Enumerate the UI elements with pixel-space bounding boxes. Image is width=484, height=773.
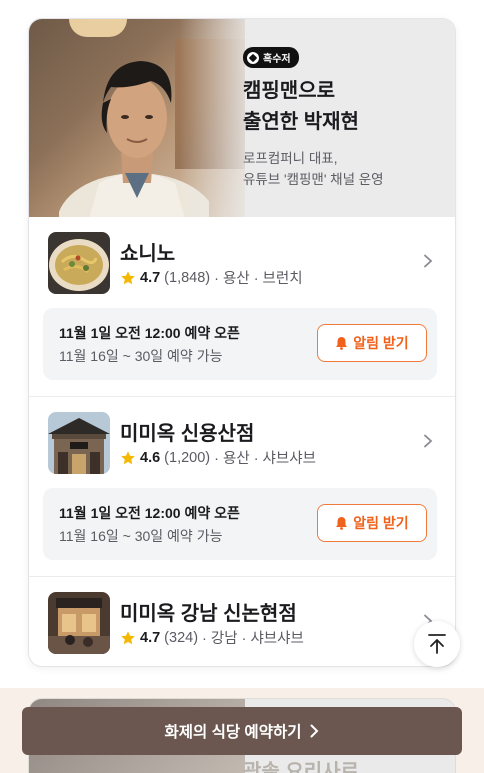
star-icon bbox=[121, 450, 135, 464]
get-alert-button[interactable]: 알림 받기 bbox=[317, 504, 427, 542]
chevron-right-icon bbox=[424, 434, 433, 448]
rating-value: 4.7 bbox=[140, 269, 161, 286]
bell-icon bbox=[336, 517, 348, 530]
restaurant-item[interactable]: 미미옥 강남 신논현점 4.7 (324) · 강남 · 샤브샤브 bbox=[29, 577, 455, 666]
star-icon bbox=[121, 630, 135, 644]
feature-title-line1: 캠핑맨으로 bbox=[243, 80, 335, 102]
review-count: (1,848) bbox=[164, 269, 211, 286]
notice-subtitle: 11월 16일 ~ 30일 예약 가능 bbox=[59, 528, 223, 544]
notice-subtitle: 11월 16일 ~ 30일 예약 가능 bbox=[59, 348, 223, 364]
feature-hero[interactable]: 흑수저 캠핑맨으로 출연한 박재현 로프컴퍼니 대표, 유튜브 '캠핑맨' 채널… bbox=[29, 19, 455, 217]
location-category: · 용산 · 샤브샤브 bbox=[214, 451, 316, 467]
feature-description: 로프컴퍼니 대표, 유튜브 '캠핑맨' 채널 운영 bbox=[243, 148, 443, 190]
reserve-trending-restaurants-button[interactable]: 화제의 식당 예약하기 bbox=[22, 707, 462, 755]
arrow-up-to-top-icon bbox=[428, 634, 446, 654]
restaurant-name: 미미옥 신용산점 bbox=[120, 423, 255, 445]
feature-title-line2: 출연한 박재현 bbox=[243, 111, 359, 133]
next-feature-title: 광솔 요리사로 bbox=[243, 761, 359, 773]
reservation-notice: 11월 1일 오전 12:00 예약 오픈 11월 16일 ~ 30일 예약 가… bbox=[43, 308, 437, 380]
feature-title: 캠핑맨으로 출연한 박재현 bbox=[243, 76, 443, 138]
badge-label: 흑수저 bbox=[263, 54, 291, 65]
page: 흑수저 캠핑맨으로 출연한 박재현 로프컴퍼니 대표, 유튜브 '캠핑맨' 채널… bbox=[0, 0, 484, 773]
restaurant-thumbnail bbox=[48, 232, 110, 294]
review-count: (324) bbox=[164, 629, 199, 646]
restaurant-meta: 4.6 (1,200) · 용산 · 샤브샤브 bbox=[120, 447, 316, 468]
star-icon bbox=[121, 270, 135, 284]
alert-button-label: 알림 받기 bbox=[353, 515, 409, 531]
reservation-notice: 11월 1일 오전 12:00 예약 오픈 11월 16일 ~ 30일 예약 가… bbox=[43, 488, 437, 560]
rating-value: 4.7 bbox=[140, 629, 161, 646]
notice-title: 11월 1일 오전 12:00 예약 오픈 bbox=[59, 325, 240, 341]
restaurant-meta: 4.7 (324) · 강남 · 샤브샤브 bbox=[120, 627, 304, 648]
rating-value: 4.6 bbox=[140, 449, 161, 466]
get-alert-button[interactable]: 알림 받기 bbox=[317, 324, 427, 362]
review-count: (1,200) bbox=[164, 449, 211, 466]
location-category: · 용산 · 브런치 bbox=[214, 271, 303, 287]
cta-label: 화제의 식당 예약하기 bbox=[164, 724, 302, 741]
feature-desc-line2: 유튜브 '캠핑맨' 채널 운영 bbox=[243, 172, 384, 187]
restaurant-item[interactable]: 쇼니노 4.7 (1,848) · 용산 · 브런치 11월 1일 오전 12:… bbox=[29, 217, 455, 397]
chevron-right-icon bbox=[424, 254, 433, 268]
restaurant-meta: 4.7 (1,848) · 용산 · 브런치 bbox=[120, 267, 303, 288]
restaurant-item[interactable]: 미미옥 신용산점 4.6 (1,200) · 용산 · 샤브샤브 11월 1일 … bbox=[29, 397, 455, 577]
restaurant-thumbnail bbox=[48, 592, 110, 654]
feature-desc-line1: 로프컴퍼니 대표, bbox=[243, 151, 338, 166]
restaurant-thumbnail bbox=[48, 412, 110, 474]
chevron-right-icon bbox=[310, 724, 319, 738]
location-category: · 강남 · 샤브샤브 bbox=[202, 631, 304, 647]
feature-card: 흑수저 캠핑맨으로 출연한 박재현 로프컴퍼니 대표, 유튜브 '캠핑맨' 채널… bbox=[28, 18, 456, 667]
notice-title: 11월 1일 오전 12:00 예약 오픈 bbox=[59, 505, 240, 521]
restaurant-name: 쇼니노 bbox=[120, 243, 176, 265]
scroll-to-top-button[interactable] bbox=[414, 621, 460, 667]
restaurant-name: 미미옥 강남 신논현점 bbox=[120, 603, 297, 625]
bell-icon bbox=[336, 337, 348, 350]
feature-text: 흑수저 캠핑맨으로 출연한 박재현 로프컴퍼니 대표, 유튜브 '캠핑맨' 채널… bbox=[243, 47, 443, 190]
alert-button-label: 알림 받기 bbox=[353, 335, 409, 351]
feature-badge: 흑수저 bbox=[243, 47, 299, 68]
spoon-badge-icon bbox=[247, 51, 259, 64]
